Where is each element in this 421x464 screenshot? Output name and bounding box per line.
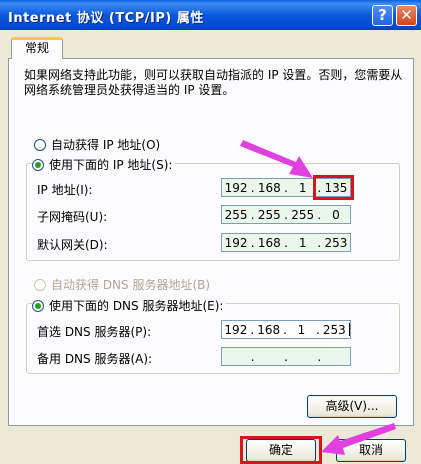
arrow-to-ok-button bbox=[321, 423, 396, 455]
arrow-to-ip-octet bbox=[240, 140, 313, 178]
annotation-arrows bbox=[240, 140, 396, 455]
tcpip-properties-dialog: Internet 协议 (TCP/IP) 属性 ? ✕ 常规 如果网络支持此功能… bbox=[0, 0, 421, 464]
tab-general[interactable]: 常规 bbox=[11, 37, 63, 59]
